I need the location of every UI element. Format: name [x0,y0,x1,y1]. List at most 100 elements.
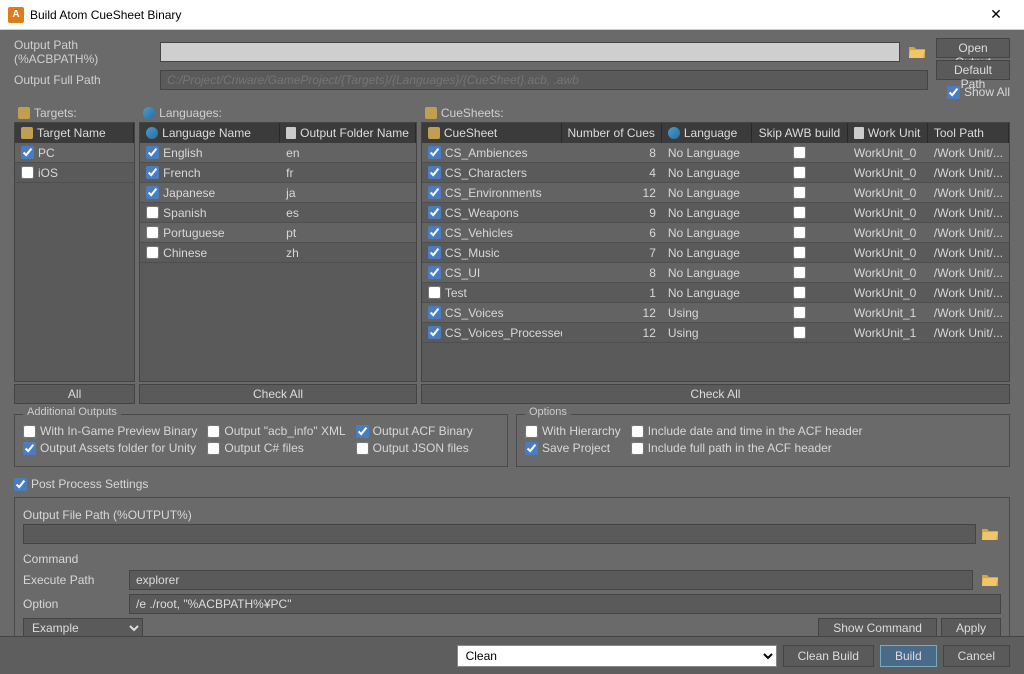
table-row[interactable]: iOS [15,163,134,183]
default-path-button[interactable]: Default Path [936,60,1010,80]
table-row[interactable]: CS_UI8No LanguageWorkUnit_0/Work Unit/..… [422,263,1009,283]
chk-unity[interactable] [23,442,36,455]
cuesheet-checkbox[interactable] [428,186,441,199]
skip-checkbox[interactable] [793,206,806,219]
languages-checkall-button[interactable]: Check All [139,384,417,404]
cuesheet-name: CS_Voices [445,306,504,320]
cuesheet-tool: /Work Unit/... [934,166,1003,180]
example-select[interactable]: Example [23,618,143,638]
chk-json[interactable] [356,442,369,455]
table-row[interactable]: Frenchfr [140,163,416,183]
skip-checkbox[interactable] [793,326,806,339]
cuesheet-checkbox[interactable] [428,326,441,339]
fullpath-input[interactable] [160,70,928,90]
table-row[interactable]: Japaneseja [140,183,416,203]
chk-ingame[interactable] [23,425,36,438]
close-icon[interactable]: ✕ [976,6,1016,23]
skip-checkbox[interactable] [793,246,806,259]
target-header: Target Name [37,126,106,140]
cuesheet-checkbox[interactable] [428,246,441,259]
browse-outputfile-icon[interactable] [980,524,1001,544]
cue-header-count: Number of Cues [568,126,655,140]
skip-checkbox[interactable] [793,166,806,179]
lbl-fullpath: Include full path in the ACF header [648,441,832,455]
chk-datetime[interactable] [631,425,644,438]
apply-button[interactable]: Apply [941,618,1001,638]
table-row[interactable]: Portuguesept [140,223,416,243]
language-checkbox[interactable] [146,226,159,239]
skip-checkbox[interactable] [793,186,806,199]
table-row[interactable]: CS_Environments12No LanguageWorkUnit_0/W… [422,183,1009,203]
cuesheet-checkbox[interactable] [428,266,441,279]
cuesheet-checkbox[interactable] [428,286,441,299]
language-checkbox[interactable] [146,246,159,259]
language-checkbox[interactable] [146,166,159,179]
chk-acbinfo[interactable] [207,425,220,438]
doc-icon [854,127,864,139]
clean-select[interactable]: Clean [457,645,777,667]
cuesheet-checkbox[interactable] [428,206,441,219]
target-checkbox[interactable] [21,166,34,179]
table-row[interactable]: CS_Music7No LanguageWorkUnit_0/Work Unit… [422,243,1009,263]
chk-fullpath[interactable] [631,442,644,455]
cuesheet-checkbox[interactable] [428,146,441,159]
chk-acf[interactable] [356,425,369,438]
language-folder: pt [286,226,296,240]
cancel-button[interactable]: Cancel [943,645,1010,667]
table-row[interactable]: CS_Weapons9No LanguageWorkUnit_0/Work Un… [422,203,1009,223]
output-path-input[interactable] [160,42,900,62]
table-row[interactable]: Spanishes [140,203,416,223]
browse-output-icon[interactable] [906,42,928,62]
cuesheet-checkbox[interactable] [428,166,441,179]
show-command-button[interactable]: Show Command [818,618,937,638]
table-row[interactable]: CS_Vehicles6No LanguageWorkUnit_0/Work U… [422,223,1009,243]
cuesheet-checkbox[interactable] [428,226,441,239]
cuesheets-checkall-button[interactable]: Check All [421,384,1010,404]
table-row[interactable]: Test1No LanguageWorkUnit_0/Work Unit/... [422,283,1009,303]
target-checkbox[interactable] [21,146,34,159]
language-checkbox[interactable] [146,206,159,219]
skip-checkbox[interactable] [793,286,806,299]
skip-checkbox[interactable] [793,266,806,279]
skip-checkbox[interactable] [793,146,806,159]
cuesheet-lang: No Language [668,286,740,300]
lang-header-name: Language Name [162,126,251,140]
skip-checkbox[interactable] [793,226,806,239]
targets-all-button[interactable]: All [14,384,135,404]
cuesheet-unit: WorkUnit_0 [854,286,916,300]
language-folder: fr [286,166,293,180]
execpath-input[interactable] [129,570,973,590]
language-checkbox[interactable] [146,146,159,159]
cuesheets-title: CueSheets: [441,106,504,120]
outputfile-input[interactable] [23,524,976,544]
cuesheet-lang: No Language [668,206,740,220]
show-all-label: Show All [964,85,1010,99]
skip-checkbox[interactable] [793,306,806,319]
browse-exec-icon[interactable] [979,570,1001,590]
table-row[interactable]: Englishen [140,143,416,163]
table-row[interactable]: CS_Voices12UsingWorkUnit_1/Work Unit/... [422,303,1009,323]
chk-save[interactable] [525,442,538,455]
chk-postprocess[interactable] [14,478,27,491]
table-row[interactable]: PC [15,143,134,163]
language-folder: es [286,206,299,220]
option-input[interactable] [129,594,1001,614]
cue-header-unit: Work Unit [868,126,920,140]
titlebar: A Build Atom CueSheet Binary ✕ [0,0,1024,30]
table-row[interactable]: CS_Ambiences8No LanguageWorkUnit_0/Work … [422,143,1009,163]
cuesheet-count: 12 [643,326,656,340]
cuesheet-count: 6 [649,226,656,240]
table-row[interactable]: Chinesezh [140,243,416,263]
cuesheet-checkbox[interactable] [428,306,441,319]
table-row[interactable]: CS_Characters4No LanguageWorkUnit_0/Work… [422,163,1009,183]
cuesheet-tool: /Work Unit/... [934,306,1003,320]
show-all-checkbox[interactable] [947,86,960,99]
clean-build-button[interactable]: Clean Build [783,645,874,667]
chk-csharp[interactable] [207,442,220,455]
lbl-acf: Output ACF Binary [373,424,473,438]
table-row[interactable]: CS_Voices_Processed12UsingWorkUnit_1/Wor… [422,323,1009,343]
open-output-button[interactable]: Open Output [936,38,1010,58]
chk-hierarchy[interactable] [525,425,538,438]
language-checkbox[interactable] [146,186,159,199]
build-button[interactable]: Build [880,645,937,667]
